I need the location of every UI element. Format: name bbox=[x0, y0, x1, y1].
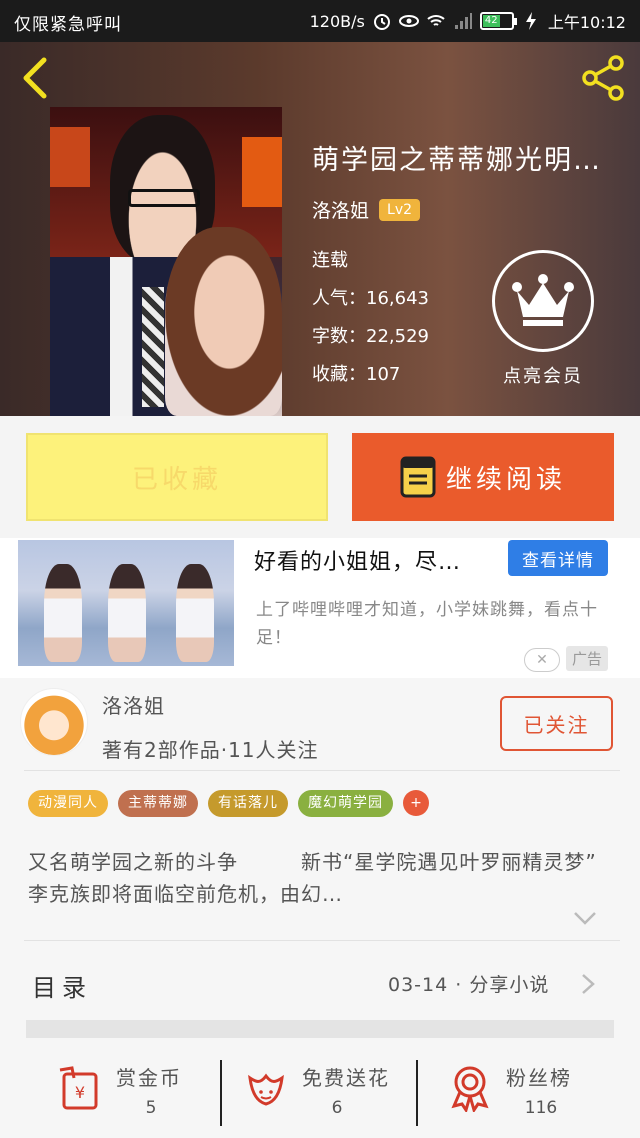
ad-label: 广告 bbox=[566, 646, 609, 671]
book-header: 萌学园之蒂蒂娜光明… 洛洛姐 Lv2 连载 人气：16,643 字数：22,52… bbox=[0, 42, 640, 416]
tag-item[interactable]: 动漫同人 bbox=[28, 790, 108, 817]
more-tags-button[interactable]: + bbox=[403, 790, 429, 816]
popularity-stat: 人气：16,643 bbox=[312, 284, 429, 310]
author-row[interactable]: 洛洛姐 Lv2 bbox=[312, 196, 421, 223]
ad-title[interactable]: 好看的小姐姐，尽… bbox=[254, 544, 461, 576]
word-count-value: 22,529 bbox=[366, 326, 429, 347]
status-icons: 120B/s 42 上午10:12 bbox=[310, 9, 626, 33]
collected-button[interactable]: 已收藏 bbox=[26, 433, 328, 521]
fan-ranking[interactable]: 粉丝榜 116 bbox=[446, 1054, 640, 1138]
charging-icon bbox=[525, 12, 536, 30]
wifi-icon bbox=[427, 15, 445, 26]
cover-glasses bbox=[128, 189, 200, 207]
ad-dancer bbox=[44, 564, 82, 662]
cover-decor bbox=[50, 127, 90, 187]
serial-status: 连载 bbox=[312, 250, 348, 271]
stat-value: 5 bbox=[145, 1098, 157, 1118]
stat-label: 赏金币 bbox=[116, 1066, 182, 1090]
back-icon[interactable] bbox=[16, 56, 56, 100]
tag-item[interactable]: 主蒂蒂娜 bbox=[118, 790, 198, 817]
medal-icon bbox=[451, 1066, 489, 1112]
stat-value: 116 bbox=[524, 1098, 558, 1118]
tag-item[interactable]: 有话落儿 bbox=[208, 790, 288, 817]
catalog-title[interactable]: 目录 bbox=[32, 968, 92, 1003]
book-intro[interactable]: 又名萌学园之新的斗争 新书“星学院遇见叶罗丽精灵梦” 李克族即将面临空前危机，由… bbox=[28, 846, 640, 910]
view-details-button[interactable]: 查看详情 bbox=[508, 540, 608, 576]
divider bbox=[24, 770, 620, 771]
red-envelope-icon: ¥ bbox=[59, 1066, 98, 1110]
ad-close-icon[interactable]: ✕ bbox=[524, 648, 560, 672]
action-bar: 已收藏 继续阅读 bbox=[0, 416, 640, 538]
battery-level: 42 bbox=[482, 15, 500, 27]
svg-text:¥: ¥ bbox=[75, 1083, 85, 1102]
status-bar: 仅限紧急呼叫 120B/s 42 上午10:12 bbox=[0, 0, 640, 42]
chevron-right-icon[interactable] bbox=[580, 972, 596, 996]
divider bbox=[24, 940, 620, 941]
signal-icon bbox=[454, 13, 472, 29]
catalog-update[interactable]: 03-14 · 分享小说 bbox=[388, 970, 549, 997]
ad-thumbnail[interactable] bbox=[18, 540, 234, 666]
continue-reading-button[interactable]: 继续阅读 bbox=[352, 433, 614, 521]
cover-figure-girl bbox=[165, 227, 282, 416]
divider bbox=[220, 1060, 222, 1126]
tag-item[interactable]: 魔幻萌学园 bbox=[298, 790, 393, 817]
favorites-stat: 收藏：107 bbox=[312, 360, 400, 386]
author-section-name[interactable]: 洛洛姐 bbox=[102, 690, 165, 719]
book-cover[interactable] bbox=[50, 107, 282, 416]
battery-icon: 42 bbox=[479, 12, 517, 30]
share-icon[interactable] bbox=[580, 54, 628, 102]
continue-reading-label: 继续阅读 bbox=[445, 464, 566, 495]
author-info: 著有2部作品·11人关注 bbox=[102, 738, 319, 762]
favorites-label: 收藏： bbox=[312, 364, 366, 385]
popularity-label: 人气： bbox=[312, 288, 366, 309]
divider bbox=[416, 1060, 418, 1126]
clock: 上午10:12 bbox=[547, 13, 626, 32]
stat-label: 粉丝榜 bbox=[506, 1066, 572, 1090]
reward-coins[interactable]: ¥ 赏金币 5 bbox=[56, 1054, 256, 1138]
vip-button[interactable]: 点亮会员 bbox=[490, 250, 596, 388]
word-count-label: 字数： bbox=[312, 326, 366, 347]
stat-value: 6 bbox=[331, 1098, 343, 1118]
ad-banner[interactable]: 好看的小姐姐，尽… 查看详情 上了哔哩哔哩才知道，小学妹跳舞，看点十足！ ✕ 广… bbox=[0, 538, 640, 678]
alarm-icon bbox=[373, 14, 390, 30]
chevron-down-icon[interactable] bbox=[572, 910, 598, 926]
eye-icon bbox=[398, 15, 419, 27]
author-name[interactable]: 洛洛姐 bbox=[312, 196, 369, 223]
catalog-placeholder-bar bbox=[26, 1020, 614, 1038]
stat-label: 免费送花 bbox=[302, 1066, 390, 1090]
word-count-stat: 字数：22,529 bbox=[312, 322, 429, 348]
level-badge: Lv2 bbox=[379, 198, 421, 221]
ad-dancer bbox=[176, 564, 214, 662]
tag-list: 动漫同人 主蒂蒂娜 有话落儿 魔幻萌学园 + bbox=[28, 790, 429, 817]
popularity-value: 16,643 bbox=[366, 288, 429, 309]
author-avatar[interactable] bbox=[20, 688, 88, 756]
carrier-text: 仅限紧急呼叫 bbox=[14, 15, 122, 35]
favorites-value: 107 bbox=[366, 364, 401, 385]
book-icon bbox=[400, 456, 436, 498]
crown-icon bbox=[492, 250, 594, 352]
vip-label: 点亮会员 bbox=[503, 366, 583, 387]
cover-decor bbox=[242, 137, 282, 207]
book-details: 洛洛姐 著有2部作品·11人关注 已关注 动漫同人 主蒂蒂娜 有话落儿 魔幻萌学… bbox=[0, 678, 640, 1138]
ad-dancer bbox=[108, 564, 146, 662]
followed-button[interactable]: 已关注 bbox=[500, 696, 613, 751]
bottom-stats-bar: ¥ 赏金币 5 免费送花 6 粉丝榜 116 bbox=[0, 1054, 640, 1138]
network-speed: 120B/s bbox=[309, 11, 365, 31]
flower-icon bbox=[248, 1073, 284, 1106]
cover-tie bbox=[142, 287, 164, 407]
ad-description: 上了哔哩哔哩才知道，小学妹跳舞，看点十足！ bbox=[256, 600, 598, 648]
free-flowers[interactable]: 免费送花 6 bbox=[242, 1054, 442, 1138]
book-title: 萌学园之蒂蒂娜光明… bbox=[312, 145, 602, 176]
